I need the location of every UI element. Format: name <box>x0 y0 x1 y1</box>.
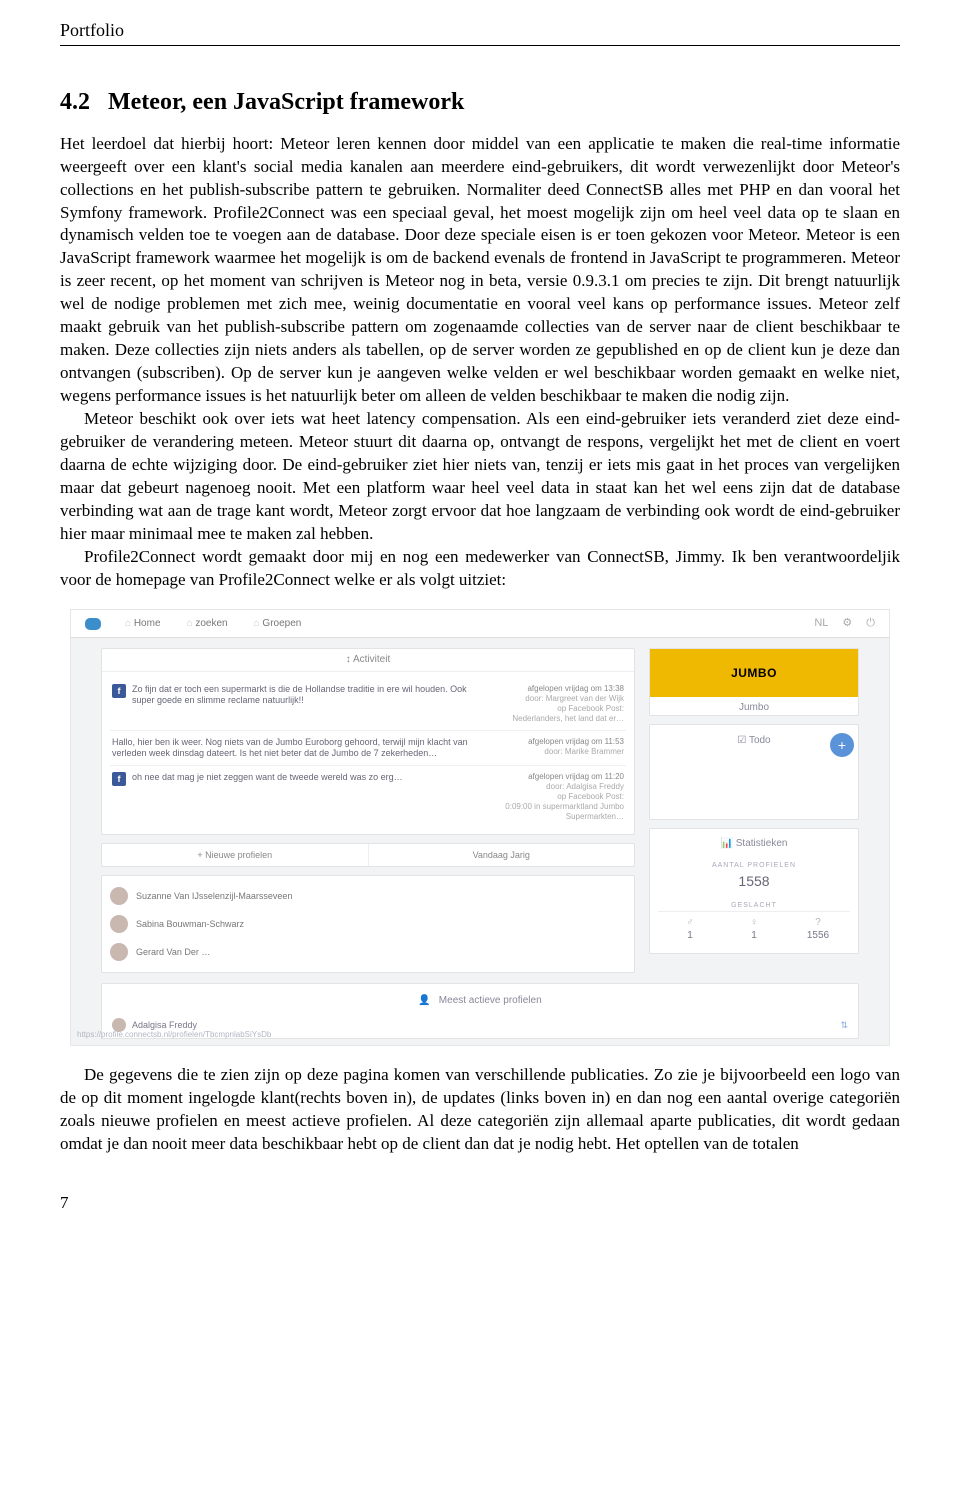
female-icon: ♀ <box>722 916 786 930</box>
new-profiles-tab[interactable]: + Nieuwe profielen <box>102 844 369 866</box>
feed-text: Zo fijn dat er toch een supermarkt is di… <box>132 684 486 707</box>
page-number: 7 <box>60 1192 900 1215</box>
topbar: Home zoeken Groepen NL ⚙ ⏻ <box>71 610 889 638</box>
avatar <box>110 915 128 933</box>
stat-value: 1558 <box>658 870 850 897</box>
profile-row[interactable]: Sabina Bouwman-Schwarz <box>110 910 626 938</box>
arrows-icon: ⇅ <box>840 1019 848 1031</box>
stat-label: GESLACHT <box>658 901 850 910</box>
app-logo-icon[interactable] <box>85 618 101 630</box>
section-heading: 4.2 Meteor, een JavaScript framework <box>60 86 900 118</box>
nav: Home zoeken Groepen <box>125 617 301 631</box>
split-card: + Nieuwe profielen Vandaag Jarig <box>101 843 635 867</box>
todo-card: ☑ Todo + <box>649 724 859 821</box>
nav-home[interactable]: Home <box>125 617 161 631</box>
stats-header: Statistieken <box>736 838 788 849</box>
avatar <box>110 887 128 905</box>
avatar <box>110 943 128 961</box>
birthday-tab[interactable]: Vandaag Jarig <box>369 844 635 866</box>
section-number: 4.2 <box>60 89 90 115</box>
lang-selector[interactable]: NL <box>814 616 828 631</box>
jumbo-logo: JUMBO <box>650 649 858 697</box>
profile-row[interactable]: Suzanne Van IJsselenzijl-Maarsseveen <box>110 882 626 910</box>
paragraph-4: De gegevens die te zien zijn op deze pag… <box>60 1064 900 1156</box>
paragraph-2: Meteor beschikt ook over iets wat heet l… <box>60 408 900 546</box>
feed-meta: afgelopen vrijdag om 13:38 door: Margree… <box>494 684 624 724</box>
feed-item[interactable]: f oh nee dat mag je niet zeggen want de … <box>110 766 626 828</box>
feed-text: oh nee dat mag je niet zeggen want de tw… <box>132 772 486 783</box>
section-title: Meteor, een JavaScript framework <box>108 89 464 115</box>
active-profiles-header: Meest actieve profielen <box>439 994 542 1008</box>
facebook-icon: f <box>112 684 126 698</box>
todo-header: Todo <box>749 735 771 746</box>
jumbo-label: Jumbo <box>650 697 858 715</box>
feed-meta: afgelopen vrijdag om 11:20 door: Adalgis… <box>494 772 624 822</box>
feed-item[interactable]: f Zo fijn dat er toch een supermarkt is … <box>110 678 626 731</box>
running-header: Portfolio <box>60 18 900 46</box>
active-profile-row[interactable]: Adalgisa Freddy ⇅ <box>110 1012 850 1032</box>
activity-header: ↕ Activiteit <box>102 649 634 672</box>
facebook-icon: f <box>112 772 126 786</box>
client-logo-card: JUMBO Jumbo <box>649 648 859 716</box>
add-todo-button[interactable]: + <box>830 733 854 757</box>
nav-groups[interactable]: Groepen <box>254 617 302 631</box>
app-screenshot: Home zoeken Groepen NL ⚙ ⏻ ↕ Activiteit … <box>70 609 890 1045</box>
paragraph-3: Profile2Connect wordt gemaakt door mij e… <box>60 546 900 592</box>
male-icon: ♂ <box>658 916 722 930</box>
stat-label: AANTAL PROFIELEN <box>658 861 850 870</box>
power-icon[interactable]: ⏻ <box>866 616 875 631</box>
paragraph-1: Het leerdoel dat hierbij hoort: Meteor l… <box>60 133 900 408</box>
unknown-icon: ? <box>786 916 850 930</box>
profiles-card: Suzanne Van IJsselenzijl-Maarsseveen Sab… <box>101 875 635 973</box>
url-footer: https://profile.connectsb.nl/profielen/T… <box>77 1030 271 1041</box>
gender-row: ♂1 ♀1 ?1556 <box>658 911 850 947</box>
activity-card: ↕ Activiteit f Zo fijn dat er toch een s… <box>101 648 635 835</box>
nav-search[interactable]: zoeken <box>187 617 228 631</box>
feed-meta: afgelopen vrijdag om 11:53 door: Marike … <box>494 737 624 760</box>
gear-icon[interactable]: ⚙ <box>842 616 852 631</box>
feed-text: Hallo, hier ben ik weer. Nog niets van d… <box>112 737 486 760</box>
profile-row[interactable]: Gerard Van Der … <box>110 938 626 966</box>
feed-item[interactable]: Hallo, hier ben ik weer. Nog niets van d… <box>110 731 626 767</box>
stats-card: 📊 Statistieken AANTAL PROFIELEN 1558 GES… <box>649 828 859 953</box>
